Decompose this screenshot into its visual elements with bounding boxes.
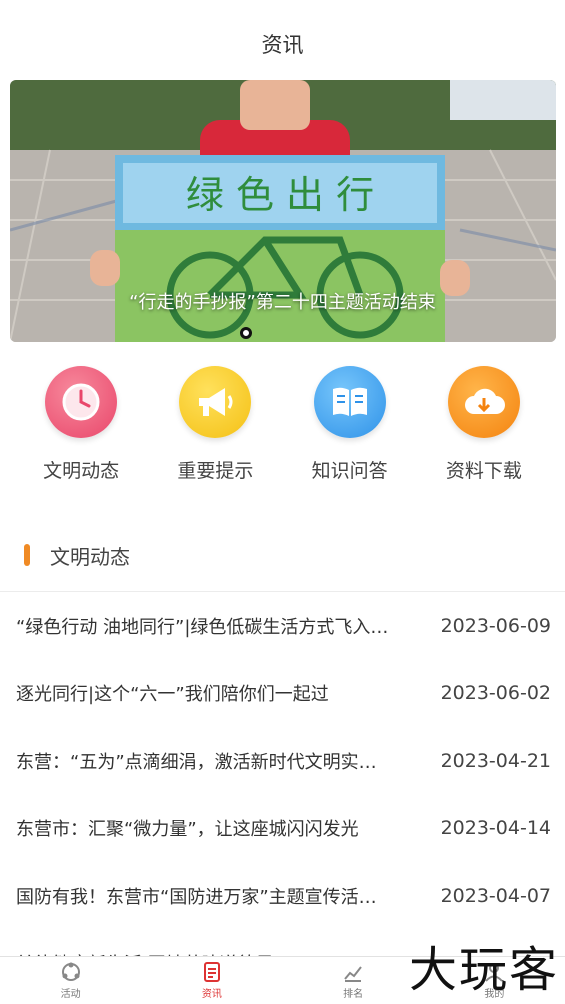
- news-item[interactable]: 逐光同行|这个“六一”我们陪你们一起过 2023-06-02: [0, 660, 565, 728]
- tab-news[interactable]: 资讯: [141, 957, 282, 1004]
- quick-links: 文明动态 重要提示 知识问答 资料下载: [0, 366, 565, 496]
- section-accent-bar: [24, 544, 30, 566]
- clock-icon: [45, 366, 118, 438]
- news-item[interactable]: 东营市：汇聚“微力量”，让这座城闪闪发光 2023-04-14: [0, 795, 565, 863]
- megaphone-icon: [179, 366, 252, 438]
- news-item[interactable]: “绿色行动 油地同行”|绿色低碳生活方式飞入… 2023-06-09: [0, 592, 565, 660]
- quick-link-label: 资料下载: [445, 460, 522, 482]
- poster-text: 绿 色 出 行: [186, 173, 374, 217]
- section-title: 文明动态: [50, 544, 130, 569]
- news-date: 2023-04-14: [440, 817, 551, 840]
- cloud-download-icon: [447, 366, 520, 438]
- news-date: 2023-04-07: [440, 884, 551, 907]
- tab-label: 活动: [60, 989, 81, 1000]
- news-title: 国防有我！东营市“国防进万家”主题宣传活…: [16, 886, 377, 908]
- quick-link-important-notice[interactable]: 重要提示: [155, 366, 275, 496]
- activity-icon: [61, 962, 80, 981]
- quick-link-downloads[interactable]: 资料下载: [424, 366, 544, 496]
- quick-link-knowledge-qa[interactable]: 知识问答: [290, 366, 410, 496]
- news-title: 逐光同行|这个“六一”我们陪你们一起过: [16, 684, 329, 706]
- section-header: 文明动态: [0, 538, 565, 572]
- tab-ranking[interactable]: 排名: [283, 957, 424, 1004]
- news-item[interactable]: 东营：“五为”点滴细涓，激活新时代文明实… 2023-04-21: [0, 727, 565, 795]
- page-title: 资讯: [261, 33, 304, 57]
- quick-link-label: 重要提示: [177, 460, 254, 482]
- quick-link-civilization-news[interactable]: 文明动态: [21, 366, 141, 496]
- news-title: “绿色行动 油地同行”|绿色低碳生活方式飞入…: [16, 616, 389, 638]
- title-bar: 资讯: [0, 0, 565, 80]
- book-icon: [313, 366, 386, 438]
- news-date: 2023-06-09: [440, 614, 551, 637]
- news-date: 2023-04-21: [440, 749, 551, 772]
- news-item[interactable]: 国防有我！东营市“国防进万家”主题宣传活… 2023-04-07: [0, 862, 565, 930]
- quick-link-label: 知识问答: [311, 460, 388, 482]
- tab-label: 排名: [343, 989, 364, 1000]
- ranking-icon: [344, 966, 362, 982]
- quick-link-label: 文明动态: [43, 460, 120, 482]
- news-title: 东营市：汇聚“微力量”，让这座城闪闪发光: [16, 819, 359, 841]
- banner-caption: “行走的手抄报”第二十四主题活动结束: [129, 292, 436, 313]
- news-icon: [203, 962, 220, 982]
- watermark-logo: 大玩客: [408, 942, 559, 998]
- news-title: 东营：“五为”点滴细涓，激活新时代文明实…: [16, 751, 377, 773]
- carousel-indicator[interactable]: [240, 327, 252, 339]
- tab-label: 资讯: [201, 989, 222, 1000]
- news-date: 2023-06-02: [440, 682, 551, 705]
- tab-activity[interactable]: 活动: [0, 957, 141, 1004]
